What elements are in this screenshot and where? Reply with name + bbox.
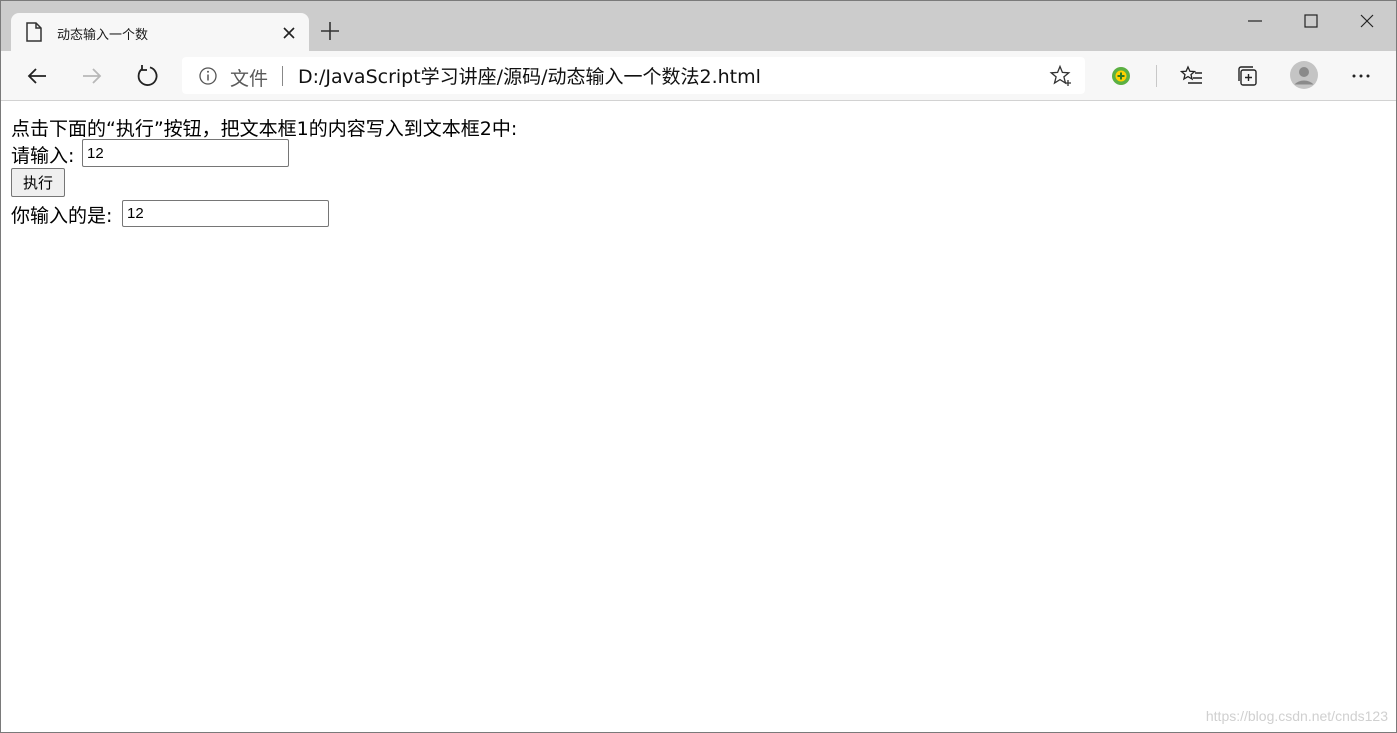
refresh-button[interactable] — [131, 61, 163, 91]
forward-button[interactable] — [76, 61, 108, 91]
info-icon[interactable] — [198, 66, 218, 86]
arrow-left-icon — [27, 68, 46, 84]
url-input[interactable] — [298, 62, 1018, 88]
favorites-button[interactable] — [1176, 61, 1208, 91]
toolbar-divider — [1156, 65, 1157, 87]
more-icon — [1352, 74, 1370, 78]
close-window-icon — [1360, 14, 1374, 28]
avatar-icon — [1290, 61, 1318, 89]
refresh-icon — [137, 65, 158, 86]
browser-window: 动态输入一个数 文件 D:/JavaScript学习讲座/源码/动态输入一个数法… — [0, 0, 1397, 733]
extension-icon — [1112, 67, 1130, 85]
minimize-button[interactable] — [1227, 1, 1283, 41]
tab-strip: 动态输入一个数 — [1, 1, 1396, 51]
minimize-icon — [1248, 20, 1262, 22]
arrow-right-icon — [83, 68, 102, 84]
collections-icon — [1238, 66, 1257, 86]
text-box-1[interactable] — [82, 139, 289, 167]
plus-icon[interactable] — [319, 20, 341, 42]
divider — [282, 66, 283, 86]
tab-title: 动态输入一个数 — [57, 28, 149, 43]
star-icon[interactable] — [1049, 64, 1073, 88]
input-label: 请输入: — [11, 145, 75, 167]
browser-tab[interactable]: 动态输入一个数 — [11, 13, 309, 51]
browser-toolbar: 文件 — [1, 51, 1396, 101]
security-label[interactable]: 文件 — [230, 64, 268, 91]
address-bar[interactable]: 文件 — [182, 57, 1085, 94]
page-icon — [26, 22, 42, 42]
output-label: 你输入的是: — [11, 205, 113, 227]
favorites-list-icon — [1180, 65, 1202, 84]
close-icon[interactable] — [281, 25, 297, 41]
watermark: https://blog.csdn.net/cnds123 — [1205, 708, 1388, 724]
close-window-button[interactable] — [1339, 1, 1395, 41]
profile-button[interactable] — [1288, 61, 1320, 91]
text-box-2[interactable] — [122, 200, 329, 227]
collections-button[interactable] — [1232, 61, 1264, 91]
page-content: 点击下面的“执行”按钮，把文本框1的内容写入到文本框2中: 请输入: 执行 你输… — [1, 101, 1396, 732]
instruction-text: 点击下面的“执行”按钮，把文本框1的内容写入到文本框2中: — [11, 118, 518, 140]
execute-button[interactable]: 执行 — [11, 168, 65, 197]
maximize-icon — [1304, 14, 1318, 28]
more-button[interactable] — [1345, 61, 1377, 91]
maximize-button[interactable] — [1283, 1, 1339, 41]
back-button[interactable] — [21, 61, 53, 91]
extension-button[interactable] — [1105, 61, 1137, 91]
